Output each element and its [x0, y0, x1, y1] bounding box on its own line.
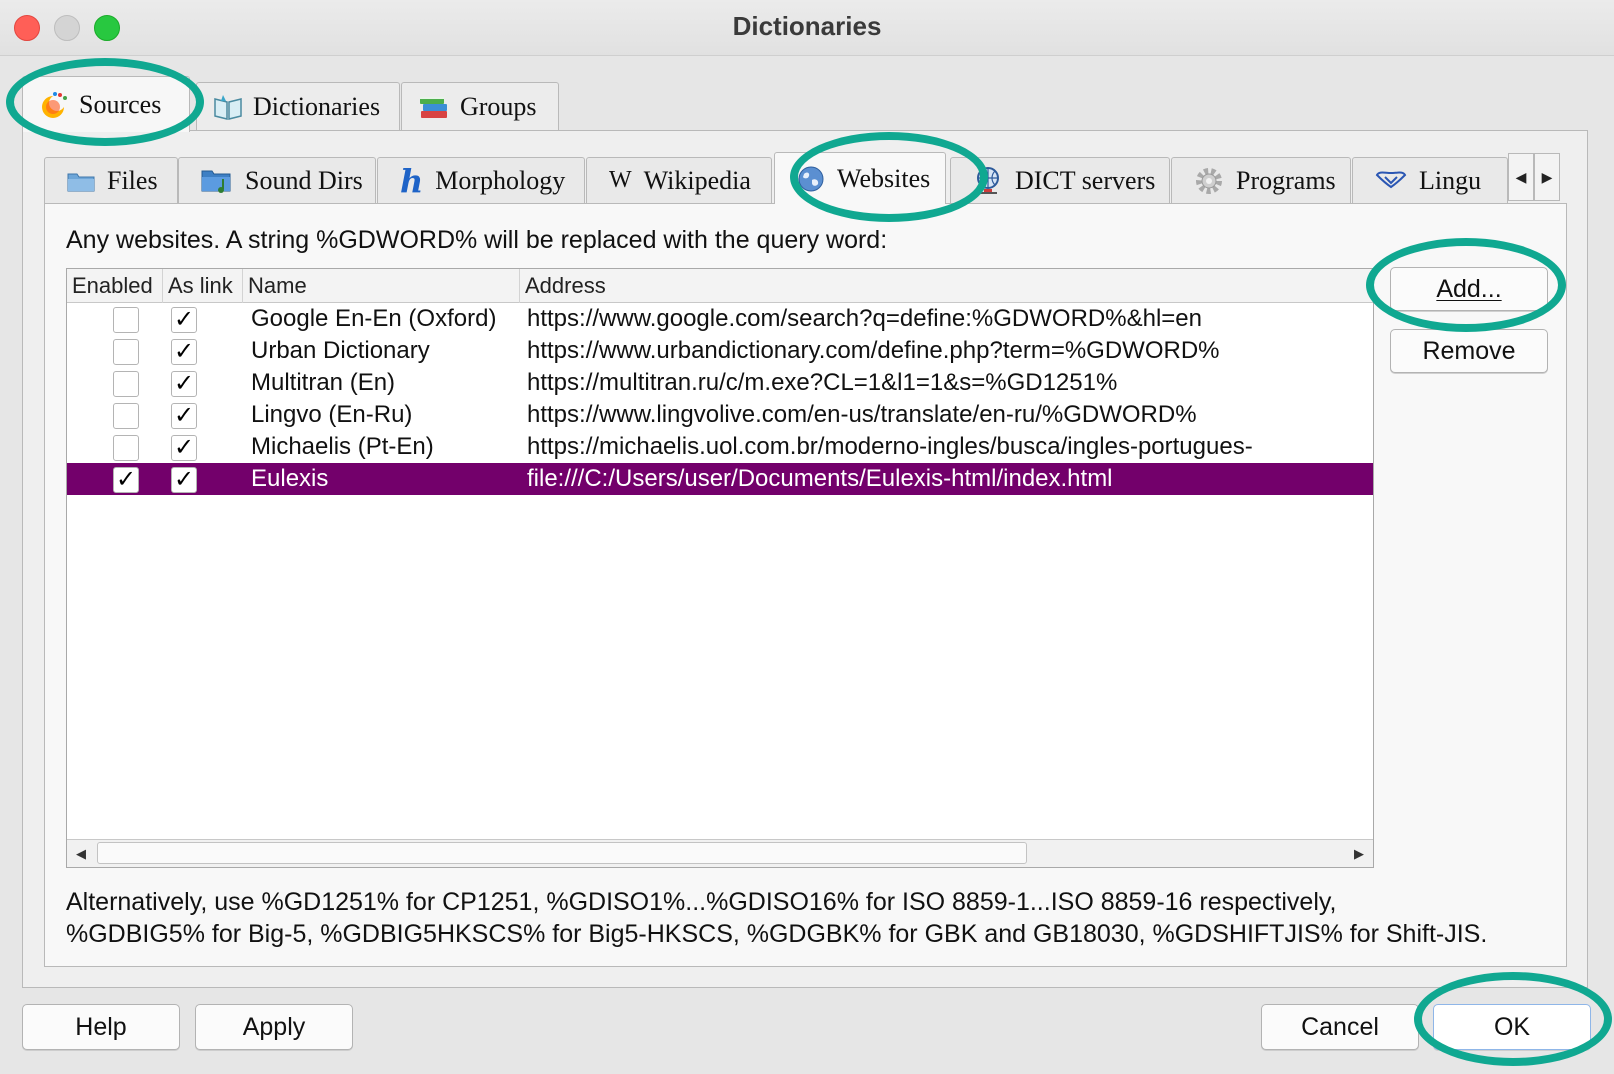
- table-row[interactable]: ✓ Michaelis (Pt-En) https://michaelis.uol.…: [67, 431, 1373, 463]
- tab-dict-servers[interactable]: DICT servers: [950, 157, 1170, 203]
- website-name: Michaelis (Pt-En): [251, 433, 434, 460]
- folder-icon: [67, 173, 95, 191]
- tab-scroll-buttons: ◀ ▶: [1508, 153, 1560, 201]
- table-row[interactable]: ✓ Multitran (En) https://multitran.ru/c/m.…: [67, 367, 1373, 399]
- tab-programs-label: Programs: [1236, 165, 1336, 195]
- title-bar: Dictionaries: [0, 0, 1614, 56]
- book-icon: [214, 94, 242, 120]
- h-letter-icon: h: [400, 161, 424, 200]
- table-row[interactable]: ✓ ✓ Eulexis file:///C:/Users/user/Documents…: [67, 463, 1373, 495]
- tab-groups-label: Groups: [460, 91, 537, 121]
- wikipedia-w-icon: W: [609, 167, 632, 193]
- table-header: Enabled As link Name Address: [67, 269, 1373, 303]
- horizontal-scrollbar[interactable]: ◀ ▶: [67, 839, 1373, 867]
- websites-table[interactable]: Enabled As link Name Address ✓ Google En-…: [66, 268, 1374, 868]
- tab-websites-label: Websites: [837, 163, 931, 193]
- table-row[interactable]: ✓ Urban Dictionary https://www.urbandictio…: [67, 335, 1373, 367]
- tab-dictionaries[interactable]: Dictionaries: [196, 82, 400, 130]
- scroll-left-arrow-icon[interactable]: ◀: [67, 840, 95, 867]
- scroll-right-arrow-icon[interactable]: ▶: [1345, 840, 1373, 867]
- column-header-address[interactable]: Address: [520, 269, 1373, 303]
- remove-website-button[interactable]: Remove: [1390, 329, 1548, 373]
- tab-sound-dirs[interactable]: Sound Dirs: [178, 157, 376, 203]
- tab-websites[interactable]: Websites: [774, 152, 946, 204]
- globe-icon: [798, 166, 824, 191]
- ok-button[interactable]: OK: [1433, 1004, 1591, 1050]
- books-stack-icon: [420, 96, 447, 118]
- tab-lingualibre-label: Lingu: [1419, 165, 1482, 195]
- website-address: https://multitran.ru/c/m.exe?CL=1&l1=1&s…: [527, 369, 1118, 396]
- tab-sound-dirs-label: Sound Dirs: [245, 165, 363, 195]
- website-address: file:///C:/Users/user/Documents/Eulexis-…: [527, 465, 1113, 492]
- tab-lingualibre[interactable]: Lingu: [1352, 157, 1508, 203]
- enabled-checkbox[interactable]: [113, 435, 139, 461]
- as-link-checkbox[interactable]: ✓: [171, 435, 197, 461]
- as-link-checkbox[interactable]: ✓: [171, 339, 197, 365]
- website-name: Google En-En (Oxford): [251, 305, 497, 332]
- sound-folder-icon: [201, 170, 231, 193]
- table-row[interactable]: ✓ Lingvo (En-Ru) https://www.lingvolive.co…: [67, 399, 1373, 431]
- scrollbar-thumb[interactable]: [97, 842, 1027, 864]
- tab-morphology-label: Morphology: [435, 165, 566, 195]
- add-website-button-label: Add...: [1436, 275, 1502, 303]
- websites-description: Any websites. A string %GDWORD% will be …: [66, 226, 888, 254]
- enabled-checkbox[interactable]: [113, 339, 139, 365]
- gear-icon: [1196, 167, 1222, 194]
- tab-dictionaries-label: Dictionaries: [253, 91, 381, 121]
- tab-programs[interactable]: Programs: [1171, 157, 1351, 203]
- website-name: Multitran (En): [251, 369, 396, 396]
- tab-groups[interactable]: Groups: [401, 82, 559, 130]
- tab-files[interactable]: Files: [44, 157, 178, 203]
- enabled-checkbox[interactable]: ✓: [113, 467, 139, 493]
- window-title: Dictionaries: [732, 11, 882, 41]
- as-link-checkbox[interactable]: ✓: [171, 403, 197, 429]
- column-header-enabled[interactable]: Enabled: [67, 269, 163, 303]
- add-website-button[interactable]: Add...: [1390, 267, 1548, 311]
- website-name: Eulexis: [251, 465, 329, 492]
- tab-sources[interactable]: Sources: [22, 76, 190, 132]
- tab-files-label: Files: [107, 165, 158, 195]
- encoding-note: Alternatively, use %GD1251% for CP1251, …: [66, 886, 1556, 950]
- website-address: https://www.lingvolive.com/en-us/transla…: [527, 401, 1197, 428]
- tab-morphology[interactable]: h Morphology: [377, 157, 585, 203]
- table-row[interactable]: ✓ Google En-En (Oxford) https://www.google…: [67, 303, 1373, 335]
- column-header-as-link[interactable]: As link: [163, 269, 243, 303]
- tab-wikipedia[interactable]: W Wikipedia: [586, 157, 772, 203]
- website-name: Lingvo (En-Ru): [251, 401, 413, 428]
- network-globe-icon: [977, 166, 999, 194]
- enabled-checkbox[interactable]: [113, 307, 139, 333]
- lingualibre-icon: [1375, 171, 1407, 188]
- as-link-checkbox[interactable]: ✓: [171, 307, 197, 333]
- website-address: https://www.urbandictionary.com/define.p…: [527, 337, 1220, 364]
- cancel-button[interactable]: Cancel: [1261, 1004, 1419, 1050]
- encoding-note-line-2: %GDBIG5% for Big-5, %GDBIG5HKSCS% for Bi…: [66, 920, 1488, 948]
- enabled-checkbox[interactable]: [113, 403, 139, 429]
- apply-button[interactable]: Apply: [195, 1004, 353, 1050]
- tab-scroll-right-button[interactable]: ▶: [1534, 153, 1560, 201]
- as-link-checkbox[interactable]: ✓: [171, 371, 197, 397]
- encoding-note-line-1: Alternatively, use %GD1251% for CP1251, …: [66, 888, 1337, 916]
- tab-dict-servers-label: DICT servers: [1015, 165, 1156, 195]
- website-name: Urban Dictionary: [251, 337, 430, 364]
- sources-icon: [42, 91, 67, 118]
- website-address: https://www.google.com/search?q=define:%…: [527, 305, 1202, 332]
- tab-sources-label: Sources: [79, 89, 162, 119]
- enabled-checkbox[interactable]: [113, 371, 139, 397]
- as-link-checkbox[interactable]: ✓: [171, 467, 197, 493]
- tab-wikipedia-label: Wikipedia: [643, 165, 751, 195]
- tab-scroll-left-button[interactable]: ◀: [1508, 153, 1534, 201]
- help-button[interactable]: Help: [22, 1004, 180, 1050]
- remove-website-button-label: Remove: [1422, 337, 1516, 365]
- column-header-name[interactable]: Name: [243, 269, 520, 303]
- website-address: https://michaelis.uol.com.br/moderno-ing…: [527, 433, 1253, 460]
